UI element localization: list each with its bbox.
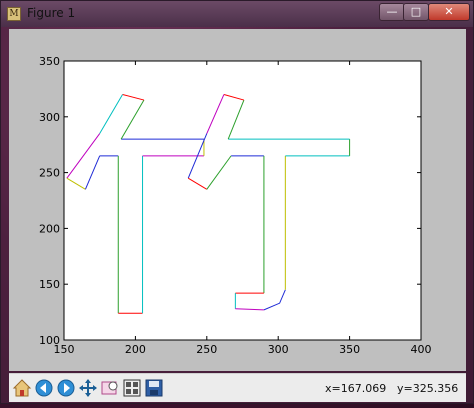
y-tick-label: 200 [39,222,60,235]
y-tick-label: 350 [39,55,60,68]
matplotlib-app-icon: M [7,7,21,21]
plot-svg: 150 200 250 300 350 400 100150200250300350 [39,55,432,356]
cursor-y-readout: y=325.356 [397,382,459,395]
cursor-x-readout: x=167.069 [325,382,387,395]
y-tick-label: 250 [39,167,60,180]
x-tick-label: 300 [268,343,289,356]
figure-canvas[interactable]: 150 200 250 300 350 400 100 150 200 250 300 350 [9,29,466,371]
window-title: Figure 1 [27,6,76,20]
x-tick-label: 400 [411,343,432,356]
maximize-button[interactable]: □ [403,3,429,21]
subplots-icon[interactable] [122,378,142,398]
save-icon[interactable] [144,378,164,398]
back-icon[interactable] [34,378,54,398]
x-tick-label: 350 [339,343,360,356]
close-button[interactable]: ✕ [428,3,470,21]
x-tick-label: 250 [196,343,217,356]
minimize-button[interactable]: — [379,3,405,21]
zoom-icon[interactable] [100,378,120,398]
y-tick-label: 100 [39,334,60,347]
forward-icon[interactable] [56,378,76,398]
title-bar[interactable]: M Figure 1 — □ ✕ [1,1,473,27]
figure-window: M Figure 1 — □ ✕ 150 200 250 300 350 400 100 1… [0,0,474,404]
x-tick-label: 200 [125,343,146,356]
y-tick-label: 300 [39,111,60,124]
y-tick-label: 150 [39,278,60,291]
pan-icon[interactable] [78,378,98,398]
navigation-toolbar: x=167.069 y=325.356 [9,373,466,402]
home-icon[interactable] [12,378,32,398]
